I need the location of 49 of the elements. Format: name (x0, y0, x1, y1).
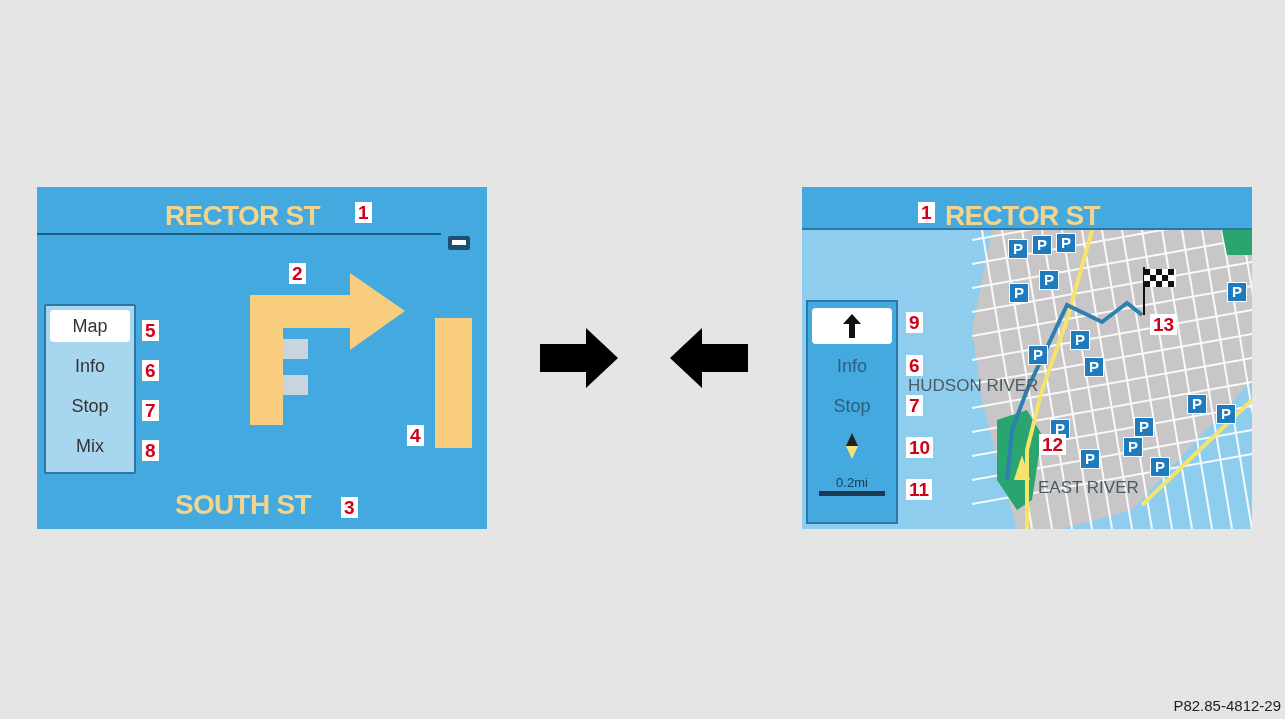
street-name: SOUTH ST (175, 488, 311, 522)
parking-sign: P (1134, 417, 1154, 437)
callout-number: 8 (142, 440, 159, 461)
scale-bar-icon (819, 491, 885, 496)
arrow-right-icon (540, 328, 618, 388)
parking-sign: P (1008, 239, 1028, 259)
parking-sign: P (1084, 357, 1104, 377)
callout-number: 7 (142, 400, 159, 421)
parking-sign: P (1227, 282, 1247, 302)
callout-number: 1 (355, 202, 372, 223)
callout-number: 2 (289, 263, 306, 284)
north-up-button[interactable] (812, 308, 892, 344)
menu-item[interactable]: Mix (50, 430, 130, 462)
figure-code: P82.85-4812-29 (1173, 695, 1281, 716)
parking-sign: P (1056, 233, 1076, 253)
parking-sign: P (1187, 394, 1207, 414)
callout-number: 5 (142, 320, 159, 341)
callout-number: 9 (906, 312, 923, 333)
parking-sign: P (1150, 457, 1170, 477)
compass-icon (845, 433, 859, 459)
menu-item[interactable]: Stop (50, 390, 130, 422)
parking-sign: P (1039, 270, 1059, 290)
map-label: EAST RIVER (1038, 477, 1139, 499)
callout-number: 13 (1150, 314, 1178, 335)
callout-number: 12 (1039, 434, 1067, 455)
callout-number: 6 (906, 355, 923, 376)
street-name: RECTOR ST (945, 199, 1100, 233)
parking-sign: P (1028, 345, 1048, 365)
callout-number: 6 (142, 360, 159, 381)
screen-icon (447, 235, 471, 251)
callout-number: 10 (906, 437, 934, 458)
arrow-up-icon (843, 314, 861, 338)
menu-item[interactable]: Map (50, 310, 130, 342)
parking-sign: P (1070, 330, 1090, 350)
callout-number: 3 (341, 497, 358, 518)
map-scale-button[interactable]: 0.2mi (812, 468, 892, 504)
parking-sign: P (1216, 404, 1236, 424)
parking-sign: P (1123, 437, 1143, 457)
parking-sign: P (1009, 283, 1029, 303)
parking-sign: P (1080, 449, 1100, 469)
parking-sign: P (1032, 235, 1052, 255)
callout-number: 7 (906, 395, 923, 416)
position-arrow-icon (1014, 455, 1030, 480)
arrow-left-icon (670, 328, 748, 388)
callout-number: 11 (906, 479, 933, 500)
callout-number: 4 (407, 425, 424, 446)
menu-item[interactable]: Info (50, 350, 130, 382)
callout-number: 1 (918, 202, 935, 223)
street-name: RECTOR ST (165, 199, 320, 233)
